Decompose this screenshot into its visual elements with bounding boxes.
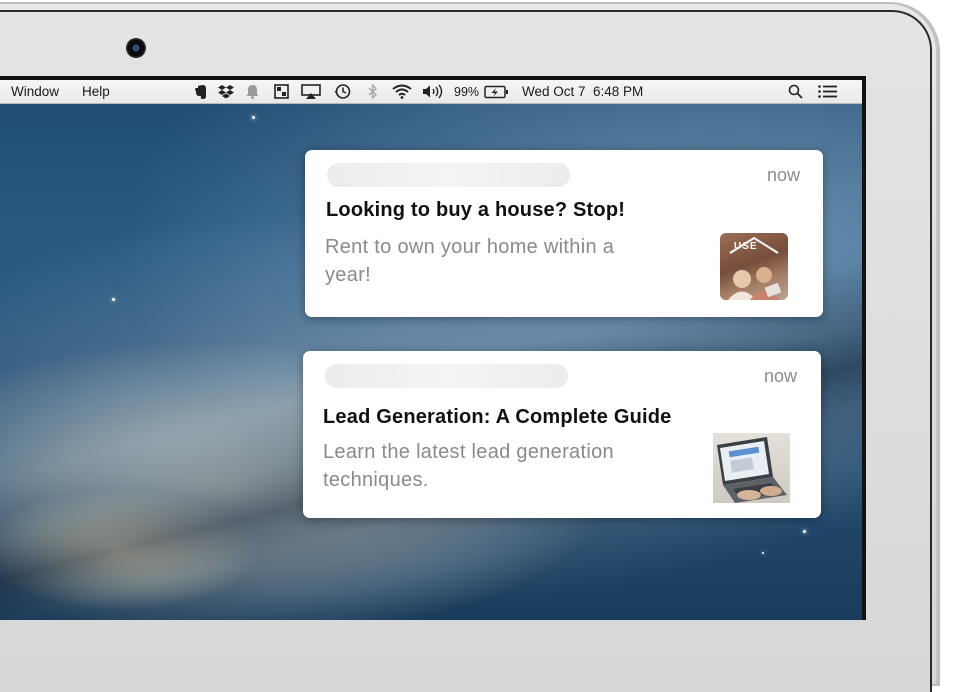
app-name-placeholder: [325, 364, 568, 388]
search-icon[interactable]: [786, 83, 804, 100]
battery-icon[interactable]: [483, 83, 509, 100]
dropbox-icon[interactable]: [217, 83, 235, 100]
notification-time: now: [767, 165, 801, 185]
evernote-icon[interactable]: [193, 83, 209, 100]
bluetooth-icon[interactable]: [365, 83, 379, 100]
airplay-icon[interactable]: [300, 83, 322, 100]
menu-window[interactable]: Window: [11, 84, 59, 99]
star: [803, 530, 806, 533]
volume-icon[interactable]: [421, 83, 445, 100]
star: [112, 298, 115, 301]
window-icon[interactable]: [273, 83, 289, 100]
menu-help[interactable]: Help: [82, 84, 110, 99]
notification-title: Looking to buy a house? Stop!: [326, 199, 626, 221]
laptop-typing-thumbnail: [713, 433, 790, 503]
bell-icon[interactable]: [244, 83, 260, 100]
wifi-icon[interactable]: [390, 83, 414, 100]
notification-card[interactable]: now Looking to buy a house? Stop! Rent t…: [305, 150, 823, 317]
notification-title: Lead Generation: A Complete Guide: [323, 406, 672, 428]
star: [762, 552, 764, 554]
notification-center-icon[interactable]: [816, 83, 838, 100]
house-family-thumbnail: USE: [720, 233, 788, 300]
notification-time: now: [764, 366, 798, 386]
time-machine-icon[interactable]: [333, 83, 351, 100]
star: [252, 116, 255, 119]
menu-clock[interactable]: Wed Oct 7 6:48 PM: [522, 84, 643, 99]
notification-card[interactable]: now Lead Generation: A Complete Guide Le…: [303, 351, 821, 518]
app-name-placeholder: [327, 163, 570, 187]
thumb-logo-text: USE: [734, 241, 758, 252]
menu-bar: Window Help 99% Wed Oct 7 6:48 PM: [0, 80, 862, 104]
notification-body: Rent to own your home within a year!: [325, 236, 615, 286]
battery-percent[interactable]: 99%: [454, 85, 479, 100]
notification-body: Learn the latest lead generation techniq…: [323, 441, 614, 491]
camera-icon: [126, 38, 146, 58]
